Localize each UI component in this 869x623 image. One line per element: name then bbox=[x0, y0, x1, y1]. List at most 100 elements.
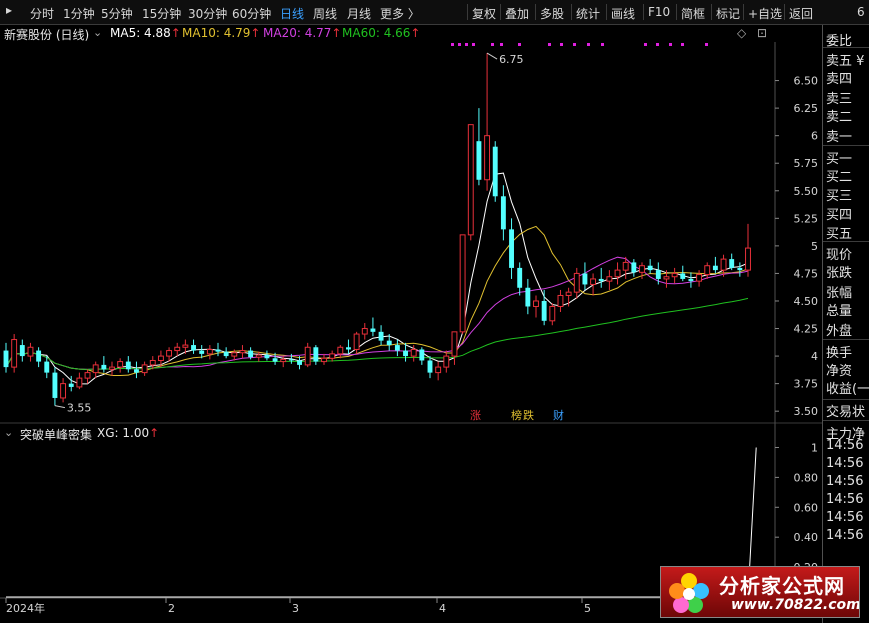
settings-circle-icon[interactable]: ⌄ bbox=[93, 26, 102, 39]
marker-bang[interactable]: 榜 bbox=[511, 407, 522, 423]
candle-body-down bbox=[712, 265, 718, 271]
quote-field-5: 卖一 bbox=[826, 130, 853, 145]
candle-body-down bbox=[125, 361, 131, 370]
marker-cai[interactable]: 财 bbox=[553, 407, 564, 423]
candle-body-down bbox=[52, 372, 58, 398]
period-tab-3[interactable]: 15分钟 bbox=[142, 5, 181, 22]
indicator-name: 突破单峰密集 bbox=[20, 428, 93, 442]
signal-dot bbox=[681, 43, 684, 46]
tool-button-5[interactable]: F10 bbox=[648, 5, 670, 19]
toolbar-divider bbox=[571, 4, 572, 20]
candle-body-up bbox=[663, 276, 670, 280]
period-tab-0[interactable]: 分时 bbox=[30, 5, 54, 22]
tool-button-3[interactable]: 统计 bbox=[576, 5, 600, 22]
y-tick-label: 5.25 bbox=[794, 212, 819, 225]
sub-y-tick-label: 1 bbox=[811, 441, 818, 454]
quote-field-14: 总量 bbox=[826, 304, 853, 319]
watermark-logo: 分析家公式网 www.70822.com bbox=[660, 566, 860, 618]
candle-body-up bbox=[361, 328, 368, 335]
y-tick-label: 4 bbox=[811, 350, 818, 363]
y-tick-label: 5 bbox=[811, 240, 818, 253]
low-label: 3.55 bbox=[67, 402, 92, 415]
expand-icon[interactable]: ▸ bbox=[6, 3, 12, 17]
period-tab-8[interactable]: 月线 bbox=[347, 5, 371, 22]
y-tick-label: 6.25 bbox=[794, 102, 819, 115]
tool-button-6[interactable]: 简框 bbox=[681, 5, 705, 22]
period-tab-7[interactable]: 周线 bbox=[313, 5, 337, 22]
candle-body-down bbox=[403, 350, 408, 357]
signal-dot bbox=[560, 43, 563, 46]
tool-button-8[interactable]: +自选 bbox=[748, 5, 782, 22]
period-tab-4[interactable]: 30分钟 bbox=[188, 5, 227, 22]
candle-body-down bbox=[215, 349, 221, 352]
candle-body-up bbox=[141, 364, 148, 374]
diamond-icon[interactable]: ◇ bbox=[737, 26, 746, 40]
candle-body-down bbox=[36, 350, 42, 362]
candle-body-up bbox=[573, 272, 580, 293]
candle-body-down bbox=[199, 350, 205, 354]
candle-body-up bbox=[76, 377, 83, 388]
period-tab-9[interactable]: 更多 〉 bbox=[380, 5, 420, 22]
candle-body-down bbox=[500, 196, 506, 230]
candle-body-down bbox=[223, 351, 229, 357]
signal-dot bbox=[587, 43, 590, 46]
y-tick-label: 5.50 bbox=[794, 185, 819, 198]
candle-body-down bbox=[313, 347, 319, 362]
candle-body-up bbox=[451, 331, 458, 357]
tool-button-1[interactable]: 叠加 bbox=[505, 5, 529, 22]
candle-body-up bbox=[60, 383, 67, 399]
marker-zhang[interactable]: 涨 bbox=[470, 407, 481, 423]
candle-body-down bbox=[737, 267, 743, 271]
candle-body-up bbox=[92, 364, 99, 374]
candle-body-down bbox=[598, 278, 604, 282]
period-tab-1[interactable]: 1分钟 bbox=[63, 5, 95, 22]
ma20-line bbox=[5, 256, 749, 370]
candle-body-up bbox=[117, 361, 124, 368]
quote-field-19: 交易状 bbox=[826, 405, 866, 420]
xg-line bbox=[6, 447, 757, 598]
period-tab-6[interactable]: 日线 bbox=[280, 5, 304, 22]
candle-body-down bbox=[541, 300, 547, 321]
tool-button-9[interactable]: 返回 bbox=[789, 5, 813, 22]
period-tab-5[interactable]: 60分钟 bbox=[232, 5, 271, 22]
candle-body-up bbox=[321, 357, 327, 363]
collapse-icon[interactable]: ⊡ bbox=[757, 26, 767, 40]
candle-body-up bbox=[696, 274, 703, 282]
tool-button-0[interactable]: 复权 bbox=[472, 5, 496, 22]
y-tick-label: 5.75 bbox=[794, 157, 819, 170]
quote-field-13: 张幅 bbox=[826, 286, 853, 301]
candle-body-up bbox=[435, 366, 442, 374]
tool-button-4[interactable]: 画线 bbox=[611, 5, 635, 22]
toolbar-divider bbox=[500, 4, 501, 20]
sub-y-tick-label: 0.80 bbox=[794, 471, 819, 484]
candle-body-up bbox=[671, 272, 678, 278]
signal-dot bbox=[451, 43, 454, 46]
quote-field-9: 买四 bbox=[826, 208, 853, 223]
logo-url: www.70822.com bbox=[731, 597, 860, 613]
settings-circle-icon[interactable]: ⌄ bbox=[4, 426, 13, 439]
period-tab-2[interactable]: 5分钟 bbox=[101, 5, 133, 22]
candle-body-down bbox=[101, 364, 107, 370]
quote-field-15: 外盘 bbox=[826, 324, 853, 339]
candle-body-down bbox=[647, 265, 653, 271]
candle-body-down bbox=[492, 146, 498, 197]
candle-body-down bbox=[386, 340, 392, 346]
candle-body-up bbox=[639, 265, 645, 273]
sub-y-tick-label: 0.40 bbox=[794, 531, 819, 544]
chart-canvas: 6.50 6.25 6 5.75 5.50 5.25 5 4.75 4.50 4.25 4 3.75 3… bbox=[0, 42, 822, 615]
candle-body-down bbox=[68, 383, 74, 387]
candle-body-down bbox=[419, 349, 425, 361]
quote-field-1: 卖五 ¥ bbox=[826, 54, 865, 69]
sub-y-tick-label: 0.60 bbox=[794, 501, 819, 514]
candle-body-down bbox=[44, 361, 50, 373]
marker-die[interactable]: 跌 bbox=[523, 407, 534, 423]
candle-body-down bbox=[370, 328, 376, 332]
tool-button-7[interactable]: 标记 bbox=[716, 5, 740, 22]
tool-button-2[interactable]: 多股 bbox=[540, 5, 564, 22]
candle-body-up bbox=[109, 366, 115, 370]
candle-body-down bbox=[288, 359, 294, 361]
candle-body-down bbox=[19, 345, 25, 357]
high-pointer bbox=[486, 52, 498, 60]
candle-body-down bbox=[631, 262, 637, 273]
signal-dot bbox=[601, 43, 604, 46]
